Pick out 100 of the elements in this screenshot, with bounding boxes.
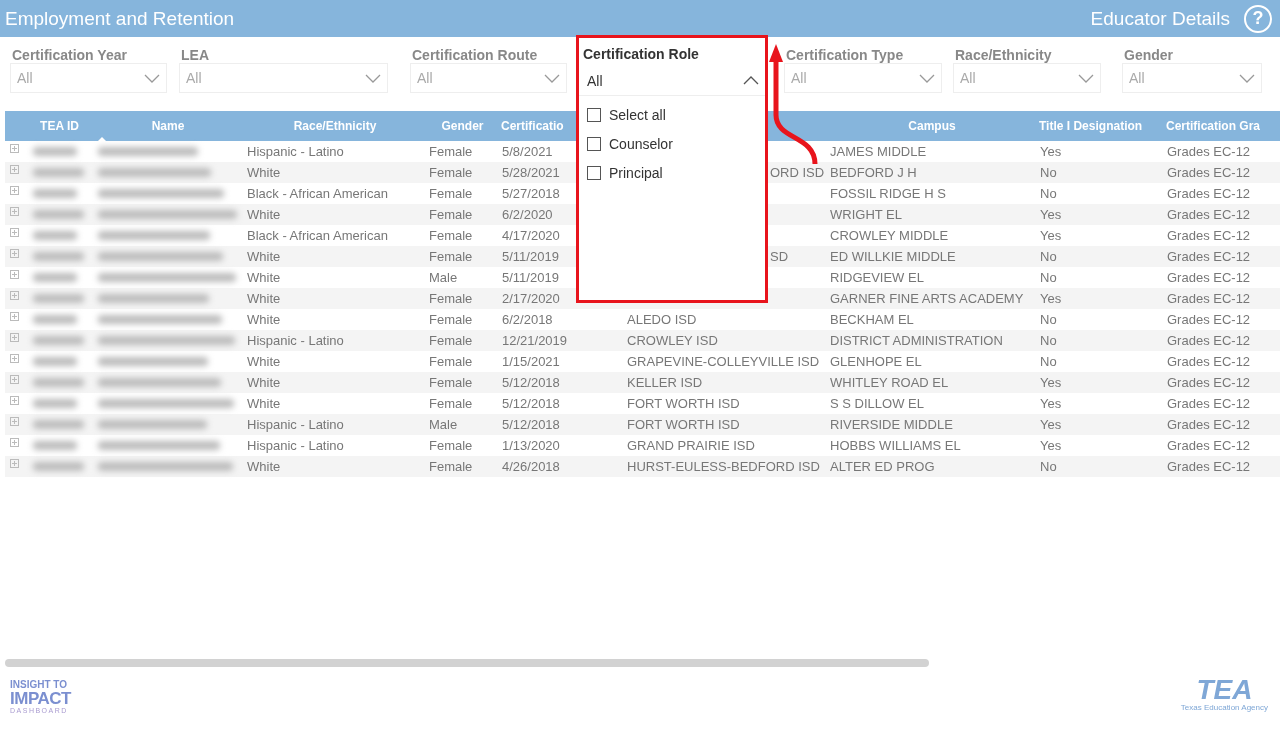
table-cell-text: No bbox=[1039, 459, 1058, 474]
table-cell-text: No bbox=[1039, 186, 1058, 201]
logo-text: INSIGHT TO bbox=[10, 680, 69, 690]
expand-icon[interactable] bbox=[10, 438, 19, 447]
table-cell-text: Grades EC-12 bbox=[1166, 312, 1252, 327]
table-cell-text: Yes bbox=[1039, 396, 1063, 411]
filter-dropdown[interactable]: All bbox=[1122, 63, 1262, 93]
table-cell-text: HOBBS WILLIAMS EL bbox=[829, 438, 962, 453]
table-cell-text: Female bbox=[428, 375, 474, 390]
table-cell-text: Black - African American bbox=[246, 228, 389, 243]
table-cell-text: Grades EC-12 bbox=[1166, 333, 1252, 348]
table-cell-text: Hispanic - Latino bbox=[246, 438, 345, 453]
table-cell-text: FORT WORTH ISD bbox=[626, 417, 741, 432]
expand-icon[interactable] bbox=[10, 354, 19, 363]
scrollbar[interactable] bbox=[5, 659, 929, 667]
table-cell-text: No bbox=[1039, 249, 1058, 264]
table-cell-text: No bbox=[1039, 165, 1058, 180]
filter-dropdown[interactable]: All bbox=[784, 63, 942, 93]
expand-icon[interactable] bbox=[10, 186, 19, 195]
filter-dropdown[interactable]: All bbox=[179, 63, 388, 93]
expand-icon[interactable] bbox=[10, 165, 19, 174]
table-cell-text: DISTRICT ADMINISTRATION bbox=[829, 333, 1004, 348]
blurred-text bbox=[33, 420, 84, 429]
column-header[interactable]: Race/Ethnicity bbox=[242, 119, 424, 133]
expand-icon[interactable] bbox=[10, 459, 19, 468]
table-cell-text: 5/12/2018 bbox=[501, 375, 561, 390]
filter-dropdown[interactable]: All bbox=[579, 66, 765, 96]
table-cell-text: Grades EC-12 bbox=[1166, 417, 1252, 432]
table-cell-text: Yes bbox=[1039, 228, 1063, 243]
table-cell-text: Female bbox=[428, 207, 474, 222]
expand-icon[interactable] bbox=[10, 249, 19, 258]
table-cell-text: Hispanic - Latino bbox=[246, 144, 345, 159]
table-cell-text: Female bbox=[428, 144, 474, 159]
table-cell-text: Yes bbox=[1039, 207, 1063, 222]
table-cell-text: Grades EC-12 bbox=[1166, 249, 1252, 264]
expand-icon[interactable] bbox=[10, 144, 19, 153]
blurred-text bbox=[33, 147, 77, 156]
column-header[interactable]: Gender bbox=[424, 119, 497, 133]
table-cell-text: Female bbox=[428, 438, 474, 453]
filter-dropdown[interactable]: All bbox=[10, 63, 167, 93]
table-cell-text: Grades EC-12 bbox=[1166, 228, 1252, 243]
filter-dropdown[interactable]: All bbox=[410, 63, 567, 93]
table-cell-text: No bbox=[1039, 333, 1058, 348]
option-checkbox[interactable]: Select all bbox=[587, 100, 765, 129]
caret-icon bbox=[144, 73, 160, 83]
column-header[interactable]: TEA ID bbox=[25, 119, 90, 133]
filter-label: Race/Ethnicity bbox=[954, 46, 1053, 63]
option-checkbox[interactable]: Counselor bbox=[587, 129, 765, 158]
expand-icon[interactable] bbox=[10, 375, 19, 384]
filter-label: LEA bbox=[180, 46, 210, 63]
logo-text: IMPACT bbox=[10, 690, 71, 707]
table-cell-text: S S DILLOW EL bbox=[829, 396, 925, 411]
blurred-text bbox=[33, 378, 84, 387]
table-cell-text: Female bbox=[428, 186, 474, 201]
help-icon[interactable]: ? bbox=[1244, 4, 1272, 33]
table-cell-text: Yes bbox=[1039, 291, 1063, 306]
option-checkbox[interactable]: Principal bbox=[587, 158, 765, 187]
table-cell-text: CROWLEY MIDDLE bbox=[829, 228, 950, 243]
expand-icon[interactable] bbox=[10, 207, 19, 216]
column-header[interactable]: Title I Designation bbox=[1035, 119, 1162, 133]
expand-icon[interactable] bbox=[10, 417, 19, 426]
table-cell-text: ALEDO ISD bbox=[626, 312, 698, 327]
expand-icon[interactable] bbox=[10, 270, 19, 279]
table-cell-text: Female bbox=[428, 396, 474, 411]
filter-dropdown[interactable]: All bbox=[953, 63, 1101, 93]
expand-icon[interactable] bbox=[10, 396, 19, 405]
table-cell-text: Grades EC-12 bbox=[1166, 186, 1252, 201]
table-cell-text: Grades EC-12 bbox=[1166, 270, 1252, 285]
table-cell-text: White bbox=[246, 291, 282, 306]
blurred-text bbox=[33, 336, 84, 345]
expand-icon[interactable] bbox=[10, 333, 19, 342]
caret-icon bbox=[1078, 73, 1094, 83]
table-cell-text: 5/27/2018 bbox=[501, 186, 561, 201]
table-cell-text: JAMES MIDDLE bbox=[829, 144, 928, 159]
table-cell-text: Female bbox=[428, 312, 474, 327]
column-header[interactable]: Certification Gra bbox=[1162, 119, 1275, 133]
table-cell-text: 4/17/2020 bbox=[501, 228, 561, 243]
table-cell-text: Female bbox=[428, 333, 474, 348]
filter-label: Certification Type bbox=[785, 46, 905, 63]
blurred-text bbox=[33, 315, 77, 324]
table-cell-text: White bbox=[246, 207, 282, 222]
table-cell-text: Female bbox=[428, 291, 474, 306]
table-cell-text: Grades EC-12 bbox=[1166, 165, 1252, 180]
expand-icon[interactable] bbox=[10, 291, 19, 300]
table-cell-text: Yes bbox=[1039, 438, 1063, 453]
expand-icon[interactable] bbox=[10, 228, 19, 237]
table-cell-text: KELLER ISD bbox=[626, 375, 704, 390]
expand-icon[interactable] bbox=[10, 312, 19, 321]
table-cell-text: White bbox=[246, 249, 282, 264]
table-cell-text: Black - African American bbox=[246, 186, 389, 201]
column-header[interactable]: Name bbox=[90, 119, 242, 133]
sort-icon[interactable] bbox=[96, 137, 108, 143]
table-cell-text: WRIGHT EL bbox=[829, 207, 903, 222]
caret-icon bbox=[1239, 73, 1255, 83]
table-cell-text: White bbox=[246, 312, 282, 327]
blurred-text bbox=[33, 294, 84, 303]
table-cell-text: Female bbox=[428, 354, 474, 369]
logo-text: TEA bbox=[1196, 676, 1253, 704]
column-header[interactable]: Campus bbox=[825, 119, 1035, 133]
table-cell-text: GARNER FINE ARTS ACADEMY bbox=[829, 291, 1025, 306]
